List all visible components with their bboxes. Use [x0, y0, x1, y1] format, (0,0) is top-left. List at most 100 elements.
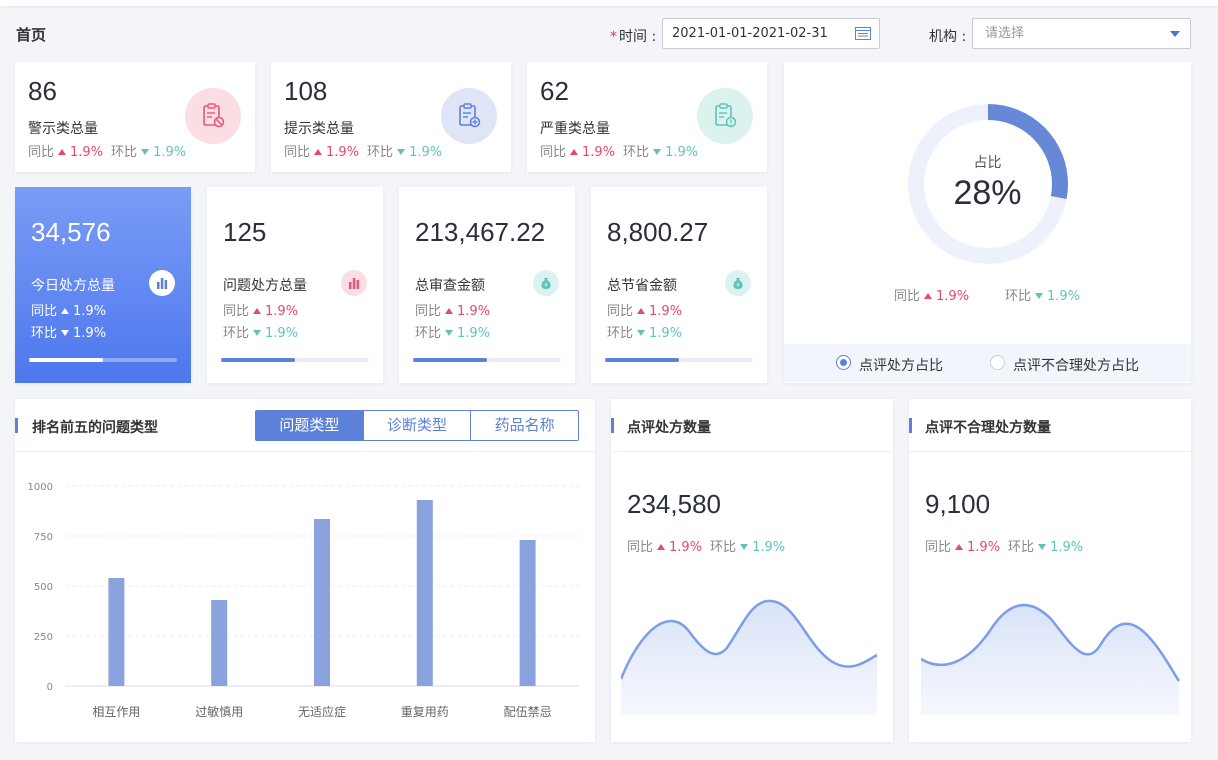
- stat-value: 125: [223, 217, 267, 247]
- stat-mom: 环比 1.9%: [607, 326, 683, 341]
- tab-problem-type[interactable]: 问题类型: [256, 411, 364, 440]
- top5-card: 排名前五的问题类型 0 250 500 750 1000 相互作用 过敏慎用 无适应症 重复用药…: [15, 399, 595, 742]
- money-bag-icon: ¥: [533, 270, 559, 296]
- section-marker: [611, 418, 614, 433]
- top5-tabs: 问题类型 诊断类型 药品名称: [255, 410, 579, 441]
- review-count-sparkline: [621, 599, 878, 715]
- progress-fill: [413, 358, 487, 362]
- stat-card-hint: 108 提示类总量 同比 1.9% 环比 1.9%: [271, 62, 511, 172]
- stat-card-warning: 86 警示类总量 同比 1.9% 环比 1.9%: [15, 62, 255, 172]
- stat-value: 213,467.22: [415, 217, 546, 247]
- stat-value: 8,800.27: [607, 217, 709, 247]
- radio-label[interactable]: 点评不合理处方占比: [1013, 355, 1139, 375]
- stat-yoy: 同比 1.9%: [607, 304, 683, 319]
- radio-unreasonable-ratio[interactable]: [990, 355, 1005, 370]
- stat-mom: 环比 1.9%: [415, 326, 491, 341]
- review-count-card: 点评处方数量 234,580 同比 1.9% 环比 1.9%: [611, 399, 893, 742]
- section-title: 点评处方数量: [627, 420, 711, 436]
- calendar-icon: [855, 27, 871, 40]
- bar[interactable]: [314, 519, 330, 686]
- progress-fill: [221, 358, 295, 362]
- stat-label: 问题处方总量: [223, 278, 307, 294]
- stat-trend: 同比 1.9% 环比 1.9%: [540, 145, 699, 160]
- bar-chart-icon: [341, 270, 367, 296]
- stat-card-review-amount: 213,467.22 总审查金额 ¥ 同比 1.9% 环比 1.9%: [399, 187, 575, 383]
- divider: [15, 451, 595, 452]
- stat-trend: 同比 1.9% 环比 1.9%: [28, 145, 187, 160]
- y-tick-label: 1000: [28, 482, 53, 493]
- stat-value: 34,576: [31, 217, 111, 247]
- unreasonable-count-sparkline: [921, 603, 1181, 715]
- x-tick-label: 重复用药: [401, 705, 449, 719]
- org-label: 机构 :: [929, 29, 967, 45]
- stat-card-severe: 62 严重类总量 同比 1.9% 环比 1.9%: [527, 62, 767, 172]
- y-tick-label: 750: [34, 532, 53, 543]
- money-bag-icon: ¥: [725, 270, 751, 296]
- top-bar: [0, 0, 1218, 6]
- bar[interactable]: [108, 578, 125, 686]
- ratio-value: 28%: [953, 174, 1022, 212]
- stat-yoy: 同比 1.9%: [415, 304, 491, 319]
- stat-mom: 环比 1.9%: [223, 326, 299, 341]
- unreasonable-count-trend: 同比 1.9% 环比 1.9%: [925, 540, 1084, 555]
- bar[interactable]: [211, 600, 228, 686]
- progress-track: [221, 358, 369, 362]
- ratio-card: 占比 28% 同比 1.9% 环比 1.9%: [784, 62, 1191, 383]
- ratio-mom: 环比 1.9%: [1005, 289, 1081, 304]
- tab-diagnosis-type[interactable]: 诊断类型: [363, 411, 472, 440]
- radio-review-ratio[interactable]: [836, 355, 851, 370]
- x-tick-label: 相互作用: [92, 705, 140, 719]
- stat-mom: 环比 1.9%: [31, 326, 107, 341]
- stat-label: 严重类总量: [540, 121, 610, 137]
- progress-track: [605, 358, 753, 362]
- clipboard-ban-icon: [185, 88, 241, 144]
- y-tick-label: 500: [34, 582, 53, 593]
- divider: [909, 451, 1191, 452]
- bar[interactable]: [416, 500, 433, 686]
- bar-chart: 0 250 500 750 1000 相互作用 过敏慎用 无适应症 重复用药 配伍禁忌: [28, 482, 579, 719]
- stat-value: 86: [28, 76, 57, 106]
- page-title: 首页: [16, 26, 47, 44]
- stat-label: 警示类总量: [28, 121, 98, 137]
- time-label: * 时间 :: [610, 29, 657, 45]
- section-title: 点评不合理处方数量: [925, 420, 1051, 436]
- stat-label: 提示类总量: [284, 121, 354, 137]
- y-tick-label: 0: [47, 682, 53, 693]
- unreasonable-count-value: 9,100: [925, 489, 991, 519]
- svg-text:¥: ¥: [544, 283, 547, 289]
- org-select[interactable]: 请选择: [972, 18, 1191, 49]
- review-count-trend: 同比 1.9% 环比 1.9%: [627, 540, 786, 555]
- clipboard-add-icon: [441, 88, 497, 144]
- stat-label: 总节省金额: [607, 278, 677, 294]
- stat-yoy: 同比 1.9%: [31, 304, 107, 319]
- ratio-radio-group: 点评处方占比 点评不合理处方占比: [784, 344, 1191, 382]
- unreasonable-count-card: 点评不合理处方数量 9,100 同比 1.9% 环比 1.9%: [909, 399, 1191, 742]
- stat-label: 今日处方总量: [31, 278, 115, 294]
- x-tick-label: 配伍禁忌: [504, 705, 552, 719]
- date-range-input[interactable]: 2021-01-01-2021-02-31: [662, 18, 880, 49]
- section-marker: [15, 418, 18, 433]
- divider: [611, 451, 893, 452]
- progress-track: [413, 358, 561, 362]
- x-tick-label: 过敏慎用: [195, 704, 243, 719]
- progress-track: [29, 358, 177, 362]
- bar[interactable]: [519, 540, 536, 686]
- ratio-yoy: 同比 1.9%: [894, 289, 970, 304]
- bar-chart-icon: [149, 270, 175, 296]
- x-tick-label: 无适应症: [298, 704, 346, 719]
- y-tick-label: 250: [34, 632, 53, 643]
- tab-drug-name[interactable]: 药品名称: [471, 411, 578, 440]
- ratio-label: 占比: [973, 155, 1002, 171]
- stat-card-problem: 125 问题处方总量 同比 1.9% 环比 1.9%: [207, 187, 383, 383]
- chevron-down-icon: [1170, 31, 1180, 37]
- section-marker: [909, 418, 912, 433]
- clipboard-alert-icon: [697, 88, 753, 144]
- review-count-value: 234,580: [627, 489, 721, 519]
- stat-value: 62: [540, 76, 569, 106]
- radio-label[interactable]: 点评处方占比: [859, 355, 943, 375]
- stat-label: 总审查金额: [415, 278, 485, 294]
- stat-yoy: 同比 1.9%: [223, 304, 299, 319]
- stat-value: 108: [284, 76, 328, 106]
- section-title: 排名前五的问题类型: [32, 420, 158, 436]
- stat-trend: 同比 1.9% 环比 1.9%: [284, 145, 443, 160]
